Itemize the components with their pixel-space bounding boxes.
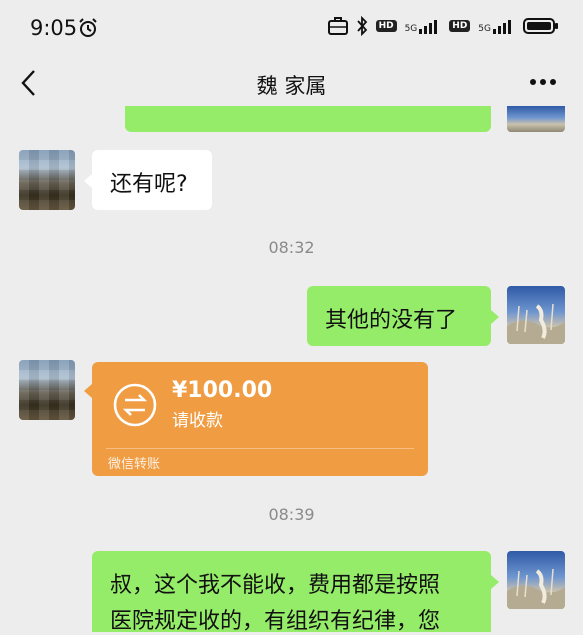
wechat-transfer-card[interactable]: ¥100.00 请收款 微信转账	[92, 362, 428, 476]
hd-badge-2: HD	[449, 20, 471, 32]
chat-header: 魏 家属	[0, 58, 583, 108]
status-bar: 9:05 HD 5G HD 5G	[0, 0, 583, 58]
signal-icon-2	[493, 20, 511, 34]
avatar-photo-icon	[507, 568, 565, 609]
message-text-line-2: 医院规定收的，有组织有纪律，您	[110, 609, 441, 634]
more-dots-icon[interactable]	[529, 78, 557, 86]
chat-title: 魏 家属	[256, 74, 327, 98]
bubble-tail	[84, 384, 92, 398]
signal-icon	[419, 20, 438, 34]
message-text-line-1: 叔，这个我不能收，费用都是按照	[110, 573, 441, 598]
work-profile-icon	[327, 17, 348, 35]
avatar-self-partial[interactable]	[507, 106, 565, 132]
status-time: 9:05	[30, 16, 78, 40]
self-avatar[interactable]	[507, 551, 565, 609]
signal-group-2: 5G	[478, 18, 515, 34]
hd-badge: HD	[375, 20, 397, 32]
transfer-footer-label: 微信转账	[108, 457, 161, 472]
bluetooth-icon	[356, 16, 367, 36]
timestamp: 08:39	[268, 505, 315, 524]
message-text: 其他的没有了	[325, 308, 458, 333]
message-bubble-self[interactable]: 其他的没有了	[307, 286, 491, 346]
signal-group: 5G	[405, 18, 442, 34]
message-bubble-contact[interactable]: 还有呢?	[92, 150, 212, 210]
network-label-2: 5G	[478, 24, 491, 34]
battery-icon	[523, 18, 558, 34]
transfer-arrows-icon	[113, 383, 157, 427]
contact-avatar[interactable]	[19, 360, 75, 420]
bubble-tail	[491, 310, 499, 324]
self-avatar[interactable]	[507, 286, 565, 344]
status-icons: HD 5G HD 5G	[327, 16, 559, 36]
message-bubble-self-partial[interactable]	[125, 106, 491, 132]
message-bubble-self[interactable]: 叔，这个我不能收，费用都是按照 医院规定收的，有组织有纪律，您	[92, 551, 491, 634]
bubble-tail	[491, 575, 499, 589]
divider	[106, 448, 414, 449]
transfer-amount: ¥100.00	[172, 378, 273, 403]
network-label: 5G	[404, 24, 418, 34]
timestamp: 08:32	[268, 238, 315, 257]
message-text: 还有呢?	[110, 172, 188, 197]
avatar-photo-icon	[507, 303, 565, 344]
transfer-status: 请收款	[172, 411, 223, 431]
bubble-tail	[84, 174, 92, 188]
alarm-icon	[79, 18, 97, 37]
contact-avatar[interactable]	[19, 150, 75, 210]
